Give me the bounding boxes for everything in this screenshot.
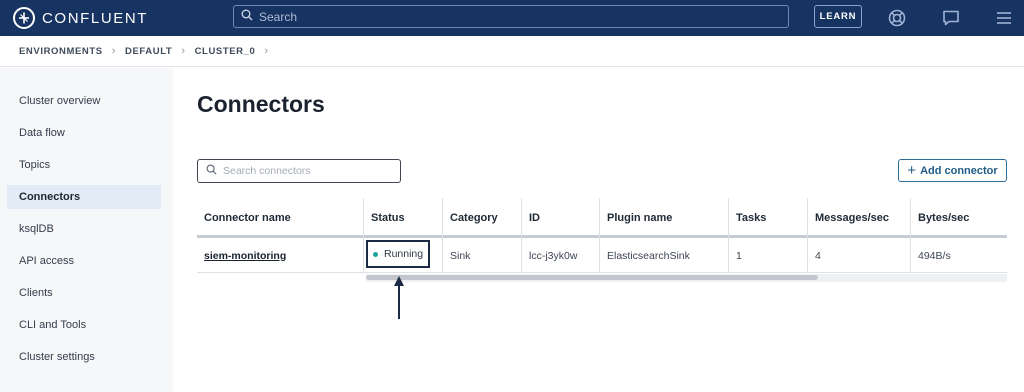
sidebar-item-connectors[interactable]: Connectors [7, 185, 161, 209]
scrollbar-thumb[interactable] [366, 275, 818, 280]
chevron-right-icon: › [264, 45, 269, 57]
table-row[interactable]: siem-monitoring Sink lcc-j3yk0w Elastics… [197, 238, 1007, 273]
breadcrumb-default[interactable]: DEFAULT [125, 46, 172, 57]
brand[interactable]: CONFLUENT [13, 7, 148, 29]
cell-bytes-per-sec: 494B/s [910, 238, 1007, 273]
cell-id: lcc-j3yk0w [521, 238, 599, 273]
chevron-right-icon: › [181, 45, 186, 57]
plus-icon: + [907, 162, 917, 179]
cell-tasks: 1 [728, 238, 807, 273]
add-connector-button[interactable]: + Add connector [898, 159, 1007, 182]
menu-icon[interactable] [993, 7, 1015, 29]
column-header-tasks[interactable]: Tasks [728, 198, 807, 238]
column-header-id[interactable]: ID [521, 198, 599, 238]
table-header: Connector name Status Category ID Plugin… [197, 198, 1007, 238]
cell-category: Sink [442, 238, 521, 273]
column-header-category[interactable]: Category [442, 198, 521, 238]
horizontal-scrollbar[interactable] [366, 274, 1007, 282]
brand-name: CONFLUENT [42, 9, 149, 27]
page-title: Connectors [197, 91, 325, 117]
sidebar-item-cli-and-tools[interactable]: CLI and Tools [7, 313, 161, 337]
sidebar-item-api-access[interactable]: API access [7, 249, 161, 273]
status-text: Running [384, 248, 424, 260]
column-header-plugin-name[interactable]: Plugin name [599, 198, 728, 238]
breadcrumb: ENVIRONMENTS › DEFAULT › CLUSTER_0 › [0, 36, 1024, 67]
connector-search-input[interactable]: Search connectors [197, 159, 401, 183]
confluent-logo-icon [13, 7, 35, 29]
breadcrumb-cluster[interactable]: CLUSTER_0 [195, 46, 256, 57]
sidebar-item-cluster-overview[interactable]: Cluster overview [7, 89, 161, 113]
global-search-input[interactable]: Search [233, 5, 789, 28]
search-icon [241, 8, 253, 26]
breadcrumb-environments[interactable]: ENVIRONMENTS [19, 46, 103, 57]
sidebar-item-clients[interactable]: Clients [7, 281, 161, 305]
cell-plugin-name: ElasticsearchSink [599, 238, 728, 273]
add-connector-label: Add connector [920, 164, 998, 177]
sidebar-item-cluster-settings[interactable]: Cluster settings [7, 345, 161, 369]
column-header-status[interactable]: Status [363, 198, 442, 238]
sidebar-item-topics[interactable]: Topics [7, 153, 161, 177]
global-search-placeholder: Search [259, 9, 298, 24]
status-dot-icon [373, 251, 378, 257]
cell-connector-name: siem-monitoring [197, 238, 363, 273]
column-header-bytes-per-sec[interactable]: Bytes/sec [910, 198, 1007, 238]
sidebar: Cluster overview Data flow Topics Connec… [0, 68, 173, 392]
learn-button[interactable]: LEARN [814, 5, 862, 28]
status-badge-highlight: Running [366, 240, 430, 268]
column-header-connector-name[interactable]: Connector name [197, 198, 363, 238]
search-icon [206, 162, 217, 180]
connector-search-placeholder: Search connectors [223, 165, 311, 177]
sidebar-item-data-flow[interactable]: Data flow [7, 121, 161, 145]
chevron-right-icon: › [111, 45, 116, 57]
top-nav-bar: CONFLUENT Search LEARN [0, 0, 1024, 36]
column-header-messages-per-sec[interactable]: Messages/sec [807, 198, 910, 238]
cell-messages-per-sec: 4 [807, 238, 910, 273]
sidebar-item-ksqldb[interactable]: ksqlDB [7, 217, 161, 241]
chat-icon[interactable] [940, 7, 962, 29]
help-lifebuoy-icon[interactable] [886, 7, 908, 29]
annotation-arrow-icon [394, 276, 404, 319]
connector-name-link[interactable]: siem-monitoring [204, 250, 286, 262]
